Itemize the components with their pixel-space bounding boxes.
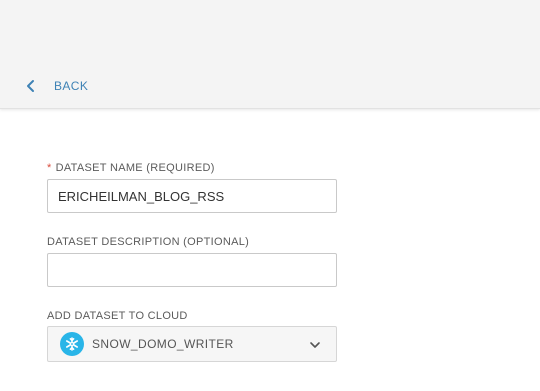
top-header: BACK: [0, 0, 540, 109]
back-label: BACK: [54, 79, 89, 93]
dataset-description-field: DATASET DESCRIPTION (OPTIONAL): [47, 234, 337, 287]
chevron-left-icon: [26, 77, 40, 95]
cloud-select[interactable]: SNOW_DOMO_WRITER: [47, 326, 337, 362]
cloud-select-value: SNOW_DOMO_WRITER: [92, 337, 234, 351]
dataset-name-field: * DATASET NAME (REQUIRED): [47, 160, 337, 213]
dataset-description-label: DATASET DESCRIPTION (OPTIONAL): [47, 236, 250, 248]
dataset-description-input[interactable]: [47, 253, 337, 287]
chevron-down-icon: [308, 338, 322, 352]
dataset-name-label: * DATASET NAME (REQUIRED): [47, 160, 337, 176]
dataset-name-label-text: DATASET NAME (REQUIRED): [55, 162, 215, 174]
dataset-name-input[interactable]: [47, 179, 337, 213]
cloud-label: ADD DATASET TO CLOUD: [47, 310, 188, 322]
back-button[interactable]: BACK: [26, 77, 88, 95]
snowflake-icon: [60, 332, 84, 356]
cloud-field: ADD DATASET TO CLOUD SNOW_DOMO_WRITER: [47, 308, 337, 362]
required-indicator: *: [47, 162, 52, 174]
dataset-form: *DATASET NAME (REQUIRED) DATASET DESCRIP…: [47, 160, 337, 362]
